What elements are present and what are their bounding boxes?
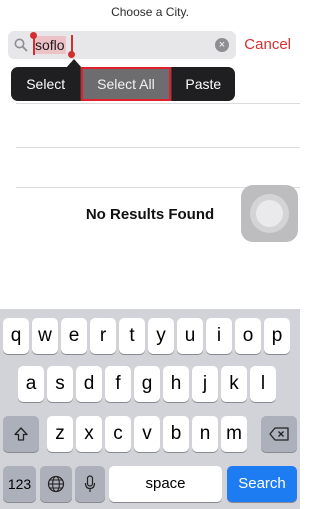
key-y[interactable]: y xyxy=(148,318,174,354)
key-n[interactable]: n xyxy=(192,416,218,452)
shift-key[interactable] xyxy=(3,416,39,452)
search-key[interactable]: Search xyxy=(227,466,297,502)
numbers-key[interactable]: 123 xyxy=(3,466,36,502)
key-l[interactable]: l xyxy=(250,366,276,402)
key-g[interactable]: g xyxy=(134,366,160,402)
select-all-button[interactable]: Select All xyxy=(81,67,171,101)
search-input[interactable]: soflo × xyxy=(8,31,236,59)
key-b[interactable]: b xyxy=(163,416,189,452)
search-query-text[interactable]: soflo xyxy=(34,36,66,54)
space-key[interactable]: space xyxy=(109,466,222,502)
search-icon xyxy=(14,38,28,52)
key-q[interactable]: q xyxy=(3,318,29,354)
selection-end-handle[interactable] xyxy=(68,35,75,58)
key-a[interactable]: a xyxy=(18,366,44,402)
key-r[interactable]: r xyxy=(90,318,116,354)
keyboard: q w e r t y u i o p a s d f g h j k l z … xyxy=(0,309,300,509)
backspace-key[interactable] xyxy=(261,416,297,452)
edit-menu: Select Select All Paste xyxy=(11,67,235,101)
key-u[interactable]: u xyxy=(177,318,203,354)
key-z[interactable]: z xyxy=(47,416,73,452)
key-j[interactable]: j xyxy=(192,366,218,402)
selection-start-handle[interactable] xyxy=(30,32,37,55)
globe-icon xyxy=(47,475,65,493)
key-d[interactable]: d xyxy=(76,366,102,402)
assistive-touch-button[interactable] xyxy=(241,185,298,242)
key-v[interactable]: v xyxy=(134,416,160,452)
page-title: Choose a City. xyxy=(111,5,189,19)
key-i[interactable]: i xyxy=(206,318,232,354)
paste-button[interactable]: Paste xyxy=(172,67,235,101)
cancel-button[interactable]: Cancel xyxy=(244,36,291,53)
key-x[interactable]: x xyxy=(76,416,102,452)
key-o[interactable]: o xyxy=(235,318,261,354)
key-c[interactable]: c xyxy=(105,416,131,452)
microphone-icon xyxy=(84,475,96,492)
backspace-icon xyxy=(269,427,289,441)
clear-icon[interactable]: × xyxy=(215,38,229,52)
shift-icon xyxy=(14,427,28,441)
dictation-key[interactable] xyxy=(75,466,105,502)
key-m[interactable]: m xyxy=(221,416,247,452)
list-separator xyxy=(16,147,300,148)
key-k[interactable]: k xyxy=(221,366,247,402)
key-e[interactable]: e xyxy=(61,318,87,354)
select-button[interactable]: Select xyxy=(11,67,80,101)
globe-key[interactable] xyxy=(40,466,72,502)
key-f[interactable]: f xyxy=(105,366,131,402)
list-separator xyxy=(16,103,300,104)
key-s[interactable]: s xyxy=(47,366,73,402)
key-p[interactable]: p xyxy=(264,318,290,354)
key-t[interactable]: t xyxy=(119,318,145,354)
key-h[interactable]: h xyxy=(163,366,189,402)
key-w[interactable]: w xyxy=(32,318,58,354)
